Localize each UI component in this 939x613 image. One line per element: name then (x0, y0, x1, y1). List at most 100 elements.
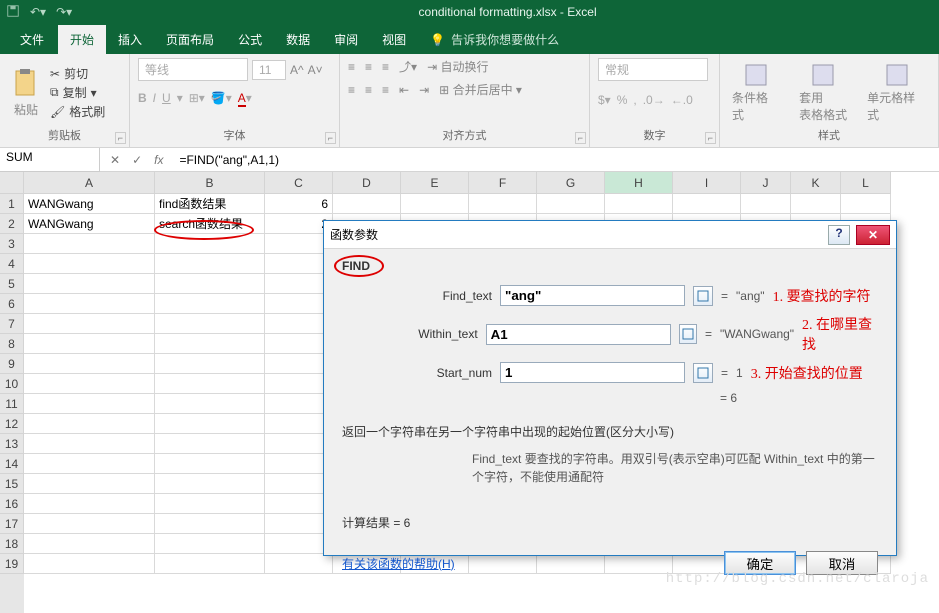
cell[interactable] (24, 294, 155, 314)
row-header-18[interactable]: 18 (0, 534, 24, 554)
row-header-15[interactable]: 15 (0, 474, 24, 494)
bold-button[interactable]: B (138, 91, 147, 105)
menu-file[interactable]: 文件 (6, 25, 58, 54)
cell[interactable] (155, 394, 265, 414)
dialog-launcher-icon[interactable]: ⌐ (325, 132, 336, 144)
help-button[interactable]: ? (828, 225, 850, 245)
cell[interactable] (24, 494, 155, 514)
menu-view[interactable]: 视图 (370, 25, 418, 54)
cell[interactable] (24, 354, 155, 374)
cell[interactable] (24, 434, 155, 454)
decrease-font-icon[interactable]: A˅ (308, 63, 323, 77)
cell[interactable] (741, 194, 791, 214)
cell[interactable] (155, 274, 265, 294)
arg-within-text-input[interactable] (486, 324, 671, 345)
fx-icon[interactable]: fx (154, 153, 163, 167)
cell[interactable] (24, 374, 155, 394)
row-header-12[interactable]: 12 (0, 414, 24, 434)
menu-layout[interactable]: 页面布局 (154, 25, 226, 54)
align-top-icon[interactable]: ≡ (348, 60, 355, 74)
cell[interactable] (24, 554, 155, 574)
cell[interactable] (155, 474, 265, 494)
row-header-4[interactable]: 4 (0, 254, 24, 274)
undo-icon[interactable]: ↶▾ (30, 5, 46, 19)
copy-button[interactable]: ⧉复制 ▾ (50, 83, 105, 102)
range-selector-icon[interactable] (693, 286, 713, 306)
row-header-5[interactable]: 5 (0, 274, 24, 294)
cell[interactable] (155, 294, 265, 314)
row-header-14[interactable]: 14 (0, 454, 24, 474)
dialog-launcher-icon[interactable]: ⌐ (115, 132, 126, 144)
wrap-text-button[interactable]: ⇥ 自动换行 (427, 58, 488, 75)
align-left-icon[interactable]: ≡ (348, 83, 355, 97)
align-middle-icon[interactable]: ≡ (365, 60, 372, 74)
font-name-select[interactable]: 等线 (138, 58, 248, 81)
cell[interactable]: WANGwang (24, 194, 155, 214)
cell[interactable] (155, 434, 265, 454)
range-selector-icon[interactable] (693, 363, 713, 383)
table-format-button[interactable]: 套用 表格格式 (795, 61, 851, 125)
cell[interactable] (537, 194, 605, 214)
col-header-L[interactable]: L (841, 172, 891, 194)
cell[interactable] (24, 394, 155, 414)
cell[interactable] (24, 534, 155, 554)
row-header-3[interactable]: 3 (0, 234, 24, 254)
cell[interactable] (401, 194, 469, 214)
help-link[interactable]: 有关该函数的帮助(H) (342, 555, 455, 572)
cell[interactable] (155, 314, 265, 334)
cell[interactable] (24, 474, 155, 494)
conditional-format-button[interactable]: 条件格式 (728, 61, 783, 125)
row-header-6[interactable]: 6 (0, 294, 24, 314)
cell[interactable] (841, 194, 891, 214)
arg-find-text-input[interactable] (500, 285, 685, 306)
cell[interactable] (265, 554, 333, 574)
row-header-8[interactable]: 8 (0, 334, 24, 354)
underline-button[interactable]: U (162, 91, 171, 105)
cell[interactable] (155, 354, 265, 374)
inc-decimal-icon[interactable]: .0→ (643, 93, 665, 107)
col-header-B[interactable]: B (155, 172, 265, 194)
cell-styles-button[interactable]: 单元格样式 (863, 61, 930, 125)
merge-button[interactable]: ⊞ 合并后居中 ▾ (439, 81, 522, 98)
cell[interactable] (333, 194, 401, 214)
cell[interactable] (605, 194, 673, 214)
cancel-formula-icon[interactable]: ✕ (110, 153, 120, 167)
cell[interactable]: 6 (265, 194, 333, 214)
row-header-2[interactable]: 2 (0, 214, 24, 234)
cell[interactable]: find函数结果 (155, 194, 265, 214)
cell[interactable] (24, 314, 155, 334)
font-size-select[interactable]: 11 (252, 60, 286, 80)
increase-font-icon[interactable]: A^ (290, 63, 304, 77)
cell[interactable] (24, 514, 155, 534)
row-header-9[interactable]: 9 (0, 354, 24, 374)
cell[interactable] (24, 414, 155, 434)
cell[interactable] (673, 194, 741, 214)
cell[interactable] (24, 254, 155, 274)
dialog-launcher-icon[interactable]: ⌐ (705, 132, 716, 144)
cell[interactable] (24, 274, 155, 294)
cell[interactable] (155, 414, 265, 434)
col-header-C[interactable]: C (265, 172, 333, 194)
row-header-16[interactable]: 16 (0, 494, 24, 514)
cell[interactable] (791, 194, 841, 214)
cell[interactable] (155, 254, 265, 274)
tell-me[interactable]: 💡 告诉我你想要做什么 (418, 25, 571, 54)
row-header-1[interactable]: 1 (0, 194, 24, 214)
fill-color-icon[interactable]: 🪣▾ (211, 91, 232, 105)
border-icon[interactable]: ⊞▾ (189, 91, 205, 105)
save-icon[interactable] (6, 4, 20, 21)
col-header-G[interactable]: G (537, 172, 605, 194)
cell[interactable] (24, 454, 155, 474)
menu-formulas[interactable]: 公式 (226, 25, 274, 54)
row-header-7[interactable]: 7 (0, 314, 24, 334)
cell[interactable] (24, 334, 155, 354)
percent-icon[interactable]: % (617, 93, 628, 107)
arg-start-num-input[interactable] (500, 362, 685, 383)
cell[interactable]: WANGwang (24, 214, 155, 234)
col-header-A[interactable]: A (24, 172, 155, 194)
col-header-D[interactable]: D (333, 172, 401, 194)
cell[interactable] (155, 534, 265, 554)
align-right-icon[interactable]: ≡ (382, 83, 389, 97)
align-center-icon[interactable]: ≡ (365, 83, 372, 97)
paste-button[interactable]: 粘贴 (8, 65, 44, 120)
